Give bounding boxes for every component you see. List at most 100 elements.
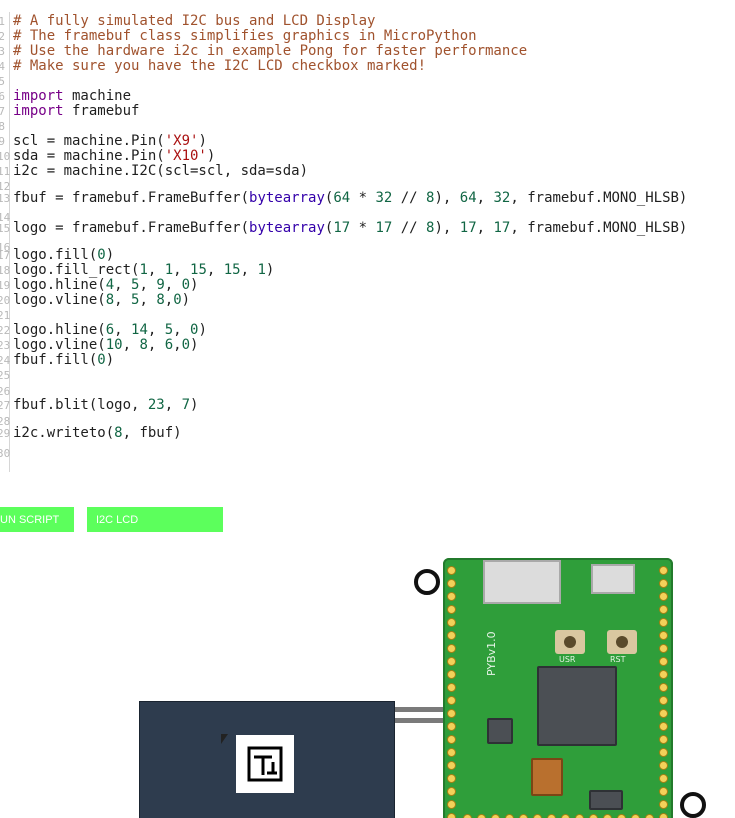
pin-pad <box>447 722 456 731</box>
code-token: , fbuf) <box>122 425 182 441</box>
code-token: logo.hline( <box>13 322 106 338</box>
code-token: import <box>13 88 64 104</box>
i2c-lcd-button[interactable]: I2C LCD <box>87 507 223 532</box>
code-text: # Use the hardware i2c in example Pong f… <box>13 44 527 59</box>
pin-pad <box>447 566 456 575</box>
pin-pad <box>659 709 668 718</box>
pin-pad <box>589 814 598 818</box>
code-token: 8 <box>105 292 115 308</box>
code-text: logo = framebuf.FrameBuffer(bytearray(17… <box>13 221 687 236</box>
pin-pad <box>447 631 456 640</box>
line-number: 7 <box>0 105 5 118</box>
code-text: logo.hline(4, 5, 9, 0) <box>13 278 198 293</box>
code-token: ) <box>105 247 115 263</box>
code-token: # A fully simulated I2C bus and LCD Disp… <box>13 13 376 29</box>
pin-pad <box>447 813 456 818</box>
run-script-button[interactable]: UN SCRIPT <box>0 507 74 532</box>
code-token: ) <box>181 292 191 308</box>
code-text: # The framebuf class simplifies graphics… <box>13 29 477 44</box>
code-token: 6 <box>164 337 174 353</box>
code-token: # Make sure you have the I2C LCD checkbo… <box>13 58 427 74</box>
line-number: 24 <box>0 354 11 367</box>
code-token: 7 <box>181 397 191 413</box>
code-token: # The framebuf class simplifies graphics… <box>13 28 477 44</box>
line-number: 18 <box>0 264 11 277</box>
code-text: scl = machine.Pin('X9') <box>13 134 207 149</box>
pin-pad <box>447 644 456 653</box>
mcu-chip-icon <box>537 666 617 746</box>
code-token: 17 <box>333 220 351 236</box>
line-number: 3 <box>0 45 5 58</box>
pyboard[interactable]: USR RST PYBv1.0 <box>443 558 673 818</box>
pin-pad <box>617 814 626 818</box>
code-token: , <box>147 337 165 353</box>
code-token: , framebuf.MONO_HLSB) <box>510 220 688 236</box>
code-text: import machine <box>13 89 131 104</box>
pin-pad <box>659 774 668 783</box>
code-token: , <box>173 262 191 278</box>
mount-hole-icon <box>414 569 440 595</box>
code-token: 'X9' <box>164 133 199 149</box>
code-token: 15 <box>223 262 241 278</box>
pin-pad <box>447 592 456 601</box>
line-number: 11 <box>0 165 11 178</box>
rst-button[interactable] <box>607 630 637 654</box>
code-token: ), <box>434 190 460 206</box>
line-number: 20 <box>0 294 11 307</box>
code-token: , <box>173 322 191 338</box>
line-number: 4 <box>0 60 5 73</box>
code-token: 64 <box>459 190 477 206</box>
pin-pad <box>659 618 668 627</box>
code-token: , <box>476 220 494 236</box>
connector-icon <box>483 560 561 604</box>
code-token: ) <box>105 352 115 368</box>
code-text: logo.hline(6, 14, 5, 0) <box>13 323 207 338</box>
line-number: 17 <box>0 249 11 262</box>
pin-pad <box>659 722 668 731</box>
line-number: 13 <box>0 192 11 205</box>
code-token: , <box>139 292 157 308</box>
code-token: logo.vline( <box>13 292 106 308</box>
pin-pad <box>447 657 456 666</box>
board-name: PYBv1.0 <box>485 631 498 676</box>
pin-pad <box>447 735 456 744</box>
pin-pad <box>659 657 668 666</box>
pin-pad <box>659 579 668 588</box>
code-token: i2c.writeto( <box>13 425 115 441</box>
code-token: # Use the hardware i2c in example Pong f… <box>13 43 528 59</box>
code-token: 4 <box>105 277 115 293</box>
code-token: 8 <box>139 337 148 353</box>
code-token: fbuf.blit(logo, <box>13 397 148 413</box>
code-token: 32 <box>493 190 511 206</box>
pin-pad <box>603 814 612 818</box>
code-token: import <box>13 103 64 119</box>
pin-pad <box>659 800 668 809</box>
code-token: // <box>392 220 427 236</box>
code-token: 0 <box>97 352 106 368</box>
code-text: logo.vline(10, 8, 6,0) <box>13 338 198 353</box>
code-token: 9 <box>156 277 165 293</box>
code-token: ) <box>198 133 207 149</box>
code-token: ) <box>190 397 199 413</box>
code-token: ) <box>190 277 199 293</box>
code-editor[interactable]: 1 # A fully simulated I2C bus and LCD Dis… <box>0 0 735 490</box>
code-token: , <box>164 277 182 293</box>
pin-pad <box>447 579 456 588</box>
code-token: 10 <box>105 337 123 353</box>
code-token: , <box>114 292 132 308</box>
code-token: , <box>147 322 165 338</box>
code-token: , <box>164 292 174 308</box>
code-text: import framebuf <box>13 104 139 119</box>
pin-pad <box>447 605 456 614</box>
pin-pad <box>631 814 640 818</box>
pin-pad <box>447 670 456 679</box>
code-token: , <box>206 262 224 278</box>
code-token: logo.fill( <box>13 247 98 263</box>
pin-pad <box>659 748 668 757</box>
line-number: 25 <box>0 369 11 382</box>
line-number: 1 <box>0 15 5 28</box>
line-number: 10 <box>0 150 11 163</box>
usr-button[interactable] <box>555 630 585 654</box>
line-number: 9 <box>0 135 5 148</box>
pin-pad <box>659 566 668 575</box>
